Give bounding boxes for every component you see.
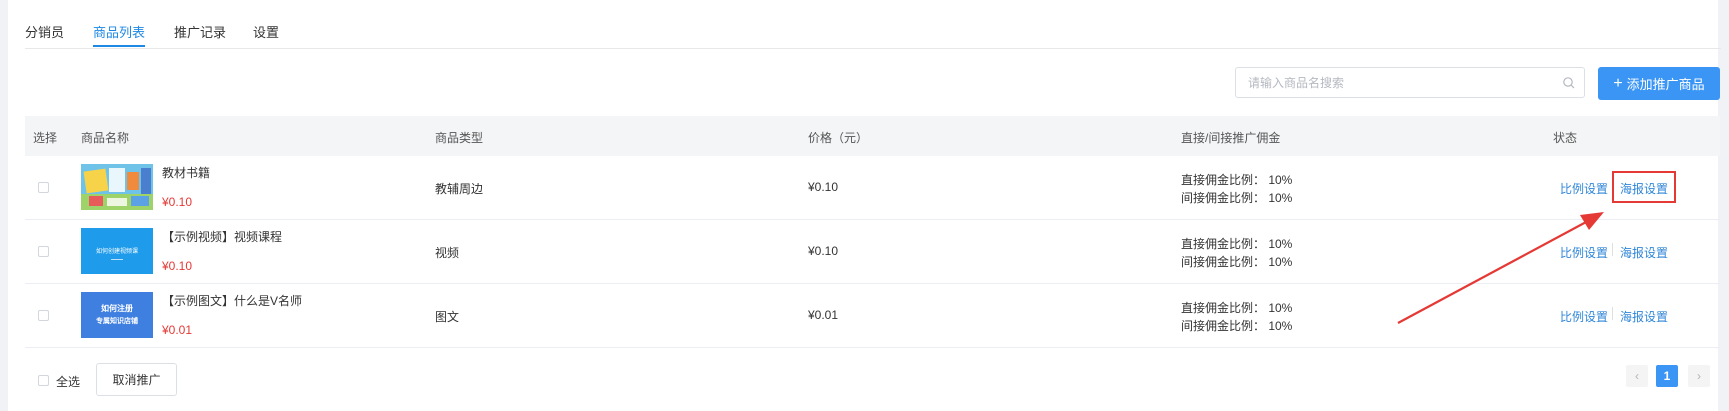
video-course-thumbnail: 如何创建视频课 bbox=[81, 228, 153, 274]
tab-settings[interactable]: 设置 bbox=[253, 22, 279, 41]
commission-indirect: 间接佣金比例： 10% bbox=[1181, 255, 1293, 269]
video-thumb-text: 如何创建视频课 bbox=[96, 247, 138, 255]
header-name: 商品名称 bbox=[81, 131, 130, 145]
select-all-checkbox[interactable] bbox=[38, 375, 49, 386]
row-checkbox[interactable] bbox=[38, 246, 49, 257]
commission-direct: 直接佣金比例： 10% bbox=[1181, 301, 1293, 315]
product-type: 图文 bbox=[435, 310, 460, 324]
search-icon[interactable] bbox=[1562, 76, 1576, 90]
tab-promotion-records[interactable]: 推广记录 bbox=[174, 22, 226, 41]
table-row: 如何创建视频课 【示例视频】视频课程 ¥0.10 视频 ¥0.10 直接佣金比例… bbox=[25, 220, 1720, 284]
product-type: 视频 bbox=[435, 246, 460, 260]
plus-icon: + bbox=[1613, 74, 1623, 92]
header-select: 选择 bbox=[33, 131, 58, 145]
action-divider bbox=[1612, 243, 1613, 256]
poster-settings-link[interactable]: 海报设置 bbox=[1620, 180, 1668, 197]
product-price: ¥0.10 bbox=[162, 259, 193, 273]
commission-direct: 直接佣金比例： 10% bbox=[1181, 237, 1293, 251]
add-promotion-product-button[interactable]: + 添加推广商品 bbox=[1598, 67, 1720, 100]
ratio-settings-link[interactable]: 比例设置 bbox=[1560, 244, 1608, 261]
product-name: 【示例视频】视频课程 bbox=[162, 230, 283, 244]
table-row: 教材书籍 ¥0.10 教辅周边 ¥0.10 直接佣金比例： 10% 间接佣金比例… bbox=[25, 156, 1720, 220]
chevron-left-icon[interactable]: ‹ bbox=[1626, 365, 1648, 387]
commission-info: 直接佣金比例： 10% 间接佣金比例： 10% bbox=[1181, 235, 1292, 271]
product-name: 教材书籍 bbox=[162, 166, 211, 180]
header-status: 状态 bbox=[1553, 131, 1578, 145]
header-type: 商品类型 bbox=[435, 131, 484, 145]
tab-distributors[interactable]: 分销员 bbox=[25, 22, 64, 41]
row-checkbox[interactable] bbox=[38, 182, 49, 193]
product-cost: ¥0.10 bbox=[808, 244, 839, 258]
product-price: ¥0.01 bbox=[162, 323, 193, 337]
ratio-settings-link[interactable]: 比例设置 bbox=[1560, 180, 1608, 197]
cancel-promotion-button[interactable]: 取消推广 bbox=[96, 363, 177, 396]
row-checkbox[interactable] bbox=[38, 310, 49, 321]
tab-bar: 分销员 商品列表 推广记录 设置 bbox=[25, 18, 1721, 49]
action-divider bbox=[1612, 307, 1613, 320]
select-all-label[interactable]: 全选 bbox=[56, 373, 80, 390]
poster-settings-link[interactable]: 海报设置 bbox=[1620, 308, 1668, 325]
commission-info: 直接佣金比例： 10% 间接佣金比例： 10% bbox=[1181, 299, 1292, 335]
poster-settings-link[interactable]: 海报设置 bbox=[1620, 244, 1668, 261]
table-row: 如何注册 专属知识店铺 【示例图文】什么是V名师 ¥0.01 图文 ¥0.01 … bbox=[25, 284, 1720, 348]
textbook-thumbnail bbox=[81, 164, 153, 210]
commission-info: 直接佣金比例： 10% 间接佣金比例： 10% bbox=[1181, 171, 1292, 207]
article-thumbnail: 如何注册 专属知识店铺 bbox=[81, 292, 153, 338]
product-price: ¥0.10 bbox=[162, 195, 193, 209]
search-box bbox=[1235, 67, 1585, 98]
add-button-label: 添加推广商品 bbox=[1626, 77, 1705, 92]
table-header: 选择 商品名称 商品类型 价格（元） 直接/间接推广佣金 状态 bbox=[25, 116, 1720, 156]
header-price: 价格（元） bbox=[808, 131, 869, 145]
product-cost: ¥0.10 bbox=[808, 180, 839, 194]
page-number-current[interactable]: 1 bbox=[1656, 365, 1678, 387]
chevron-right-icon[interactable]: › bbox=[1688, 365, 1710, 387]
product-name: 【示例图文】什么是V名师 bbox=[162, 294, 303, 308]
commission-indirect: 间接佣金比例： 10% bbox=[1181, 319, 1293, 333]
commission-indirect: 间接佣金比例： 10% bbox=[1181, 191, 1293, 205]
product-cost: ¥0.01 bbox=[808, 308, 839, 322]
commission-direct: 直接佣金比例： 10% bbox=[1181, 173, 1293, 187]
page-left-gutter bbox=[0, 0, 8, 411]
product-type: 教辅周边 bbox=[435, 182, 484, 196]
article-thumb-text-1: 如何注册 bbox=[101, 303, 133, 313]
tab-product-list[interactable]: 商品列表 bbox=[93, 22, 146, 47]
ratio-settings-link[interactable]: 比例设置 bbox=[1560, 308, 1608, 325]
header-commission: 直接/间接推广佣金 bbox=[1181, 131, 1281, 145]
search-input[interactable] bbox=[1236, 68, 1546, 97]
article-thumb-text-2: 专属知识店铺 bbox=[96, 316, 138, 325]
